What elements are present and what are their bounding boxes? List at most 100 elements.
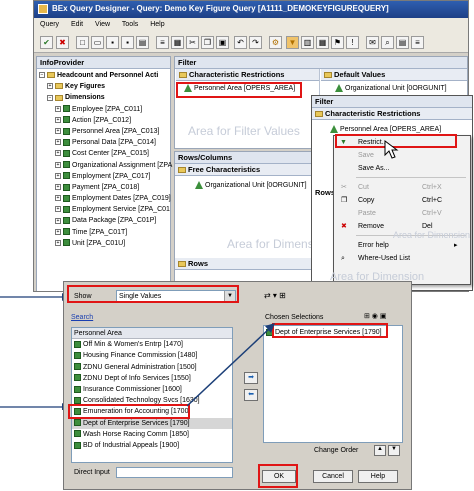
print-icon[interactable]: ▤ (136, 36, 149, 49)
filter-header: Filter (175, 57, 467, 69)
dimension-item[interactable]: + Cost Center [ZPA_C015] (39, 148, 170, 159)
expand-icon[interactable]: + (55, 116, 61, 123)
menu-item-cut[interactable]: ✂ Cut Ctrl+X (334, 181, 470, 194)
menu-item-save[interactable]: Save (334, 149, 470, 162)
filter-icon[interactable]: ▼ (286, 36, 299, 49)
cancel-button[interactable]: Cancel (313, 470, 353, 483)
dimension-icon (63, 183, 70, 191)
menu-item-copy[interactable]: ❐ Copy Ctrl+C (334, 194, 470, 207)
key-figures-node[interactable]: + Key Figures (39, 81, 170, 92)
dimension-icon (63, 149, 70, 157)
expand-icon[interactable]: + (55, 139, 61, 146)
menu-bar: Query Edit View Tools Help (34, 18, 468, 33)
dimension-icon (63, 127, 70, 135)
cut-icon: ✂ (341, 184, 347, 191)
highlight-selected-value (68, 404, 190, 419)
menu-tools[interactable]: Tools (122, 21, 138, 28)
chosen-toolbar[interactable]: ⊞ ◉ ▣ (364, 312, 386, 320)
menu-item-save-as[interactable]: Save As... (334, 162, 470, 175)
settings-icon[interactable]: ⚙ (269, 36, 282, 49)
expand-icon[interactable]: + (47, 83, 53, 90)
dimension-item[interactable]: + Unit [ZPA_C01U] (39, 238, 170, 249)
menu-view[interactable]: View (95, 21, 110, 28)
expand-icon[interactable]: + (55, 128, 61, 135)
open-icon[interactable]: ▭ (91, 36, 104, 49)
undo-icon[interactable]: ↶ (234, 36, 247, 49)
rows-columns-icon[interactable]: ▥ (301, 36, 314, 49)
paste-icon[interactable]: ▣ (216, 36, 229, 49)
expand-icon[interactable]: + (55, 105, 61, 112)
dimension-item[interactable]: + Time [ZPA_C01T] (39, 227, 170, 238)
expand-icon[interactable]: + (55, 239, 61, 246)
dimension-item[interactable]: + Employee [ZPA_C011] (39, 104, 170, 115)
where-used-icon[interactable]: ⌕ (381, 36, 394, 49)
dimension-item[interactable]: + Personal Data [ZPA_C014] (39, 137, 170, 148)
copy-icon[interactable]: ❐ (201, 36, 214, 49)
table-icon[interactable]: ▦ (171, 36, 184, 49)
messages-icon[interactable]: ✉ (366, 36, 379, 49)
dimension-item[interactable]: + Data Package [ZPA_C01P] (39, 215, 170, 226)
expand-icon[interactable]: + (55, 161, 61, 168)
documents-icon[interactable]: ▤ (396, 36, 409, 49)
save-icon[interactable]: ▪ (106, 36, 119, 49)
menu-item-where-used[interactable]: ⌕ Where-Used List (334, 252, 470, 265)
value-icon (74, 430, 81, 438)
expand-icon[interactable]: + (55, 195, 61, 202)
list-item[interactable]: Wash Horse Racing Comm [1850] (72, 429, 232, 440)
infoprovider-root[interactable]: − Headcount and Personnel Acti (39, 70, 170, 81)
help-button[interactable]: Help (358, 470, 398, 483)
exceptions-icon[interactable]: ! (346, 36, 359, 49)
dimension-item[interactable]: + Personnel Area [ZPA_C013] (39, 126, 170, 137)
expand-icon[interactable]: + (55, 150, 61, 157)
list-item-selected[interactable]: Dept of Enterprise Services [1790] (72, 417, 232, 429)
redo-icon[interactable]: ↷ (249, 36, 262, 49)
move-up-button[interactable]: ▲ (374, 445, 386, 456)
expand-icon[interactable]: + (55, 228, 61, 235)
collapse-icon[interactable]: − (47, 94, 53, 101)
new-icon[interactable]: □ (76, 36, 89, 49)
search-link[interactable]: Search (71, 314, 93, 321)
expand-icon[interactable]: + (55, 172, 61, 179)
direct-input-label: Direct Input (74, 469, 110, 476)
dimension-item[interactable]: + Organizational Assignment [ZPA (39, 160, 172, 171)
properties-icon[interactable]: ≡ (156, 36, 169, 49)
toolbar: ✔ ✖ □ ▭ ▪ ▪ ▤ ≡ ▦ ✂ ❐ ▣ ↶ ↷ ⚙ ▼ ▥ ▦ ⚑ ! … (34, 33, 468, 53)
cells-icon[interactable]: ▦ (316, 36, 329, 49)
view-icon[interactable]: ⇄ ▾ ⊞ (264, 291, 286, 300)
menu-help[interactable]: Help (150, 21, 164, 28)
dimensions-node[interactable]: − Dimensions (39, 92, 170, 103)
move-down-button[interactable]: ▼ (388, 445, 400, 456)
default-item[interactable]: Organizational Unit [0ORGUNIT] (321, 81, 467, 92)
cut-icon[interactable]: ✂ (186, 36, 199, 49)
menu-edit[interactable]: Edit (71, 21, 83, 28)
save-all-icon[interactable]: ▪ (121, 36, 134, 49)
menu-item-error-help[interactable]: Error help ▸ (334, 239, 470, 252)
expand-icon[interactable]: + (55, 206, 61, 213)
dimension-item[interactable]: + Payment [ZPA_C018] (39, 182, 170, 193)
dimension-item[interactable]: + Action [ZPA_C012] (39, 115, 170, 126)
dimension-item[interactable]: + Employment [ZPA_C017] (39, 171, 170, 182)
collapse-icon[interactable]: − (39, 72, 45, 79)
menu-query[interactable]: Query (40, 21, 59, 28)
value-icon (74, 363, 81, 371)
direct-input-field[interactable] (116, 467, 233, 478)
expand-icon[interactable]: + (55, 184, 61, 191)
conditions-icon[interactable]: ⚑ (331, 36, 344, 49)
highlight-restriction-item (176, 82, 302, 98)
expand-icon[interactable]: + (55, 217, 61, 224)
folder-icon (324, 72, 332, 79)
tech-names-icon[interactable]: ≡ (411, 36, 424, 49)
dimension-icon (63, 205, 70, 213)
delete-icon[interactable]: ✖ (56, 36, 69, 49)
dimension-item[interactable]: + Employment Service [ZPA_C01 (39, 204, 170, 215)
folder-icon (179, 72, 187, 79)
where-used-icon: ⌕ (341, 255, 345, 262)
list-item[interactable]: BD of Industrial Appeals [1900] (72, 440, 232, 451)
characteristic-restrictions-area: Characteristic Restrictions Personnel Ar… (176, 69, 320, 148)
check-icon[interactable]: ✔ (40, 36, 53, 49)
chosen-selections-list: Dept of Enterprise Services [1790] (263, 325, 403, 443)
menu-item-paste[interactable]: Paste Ctrl+V (334, 207, 470, 220)
dimension-item[interactable]: + Employment Dates [ZPA_C019] (39, 193, 171, 204)
popup-restriction-item[interactable]: Personnel Area [OPERS_AREA] (330, 125, 441, 133)
dimension-icon (63, 228, 70, 236)
